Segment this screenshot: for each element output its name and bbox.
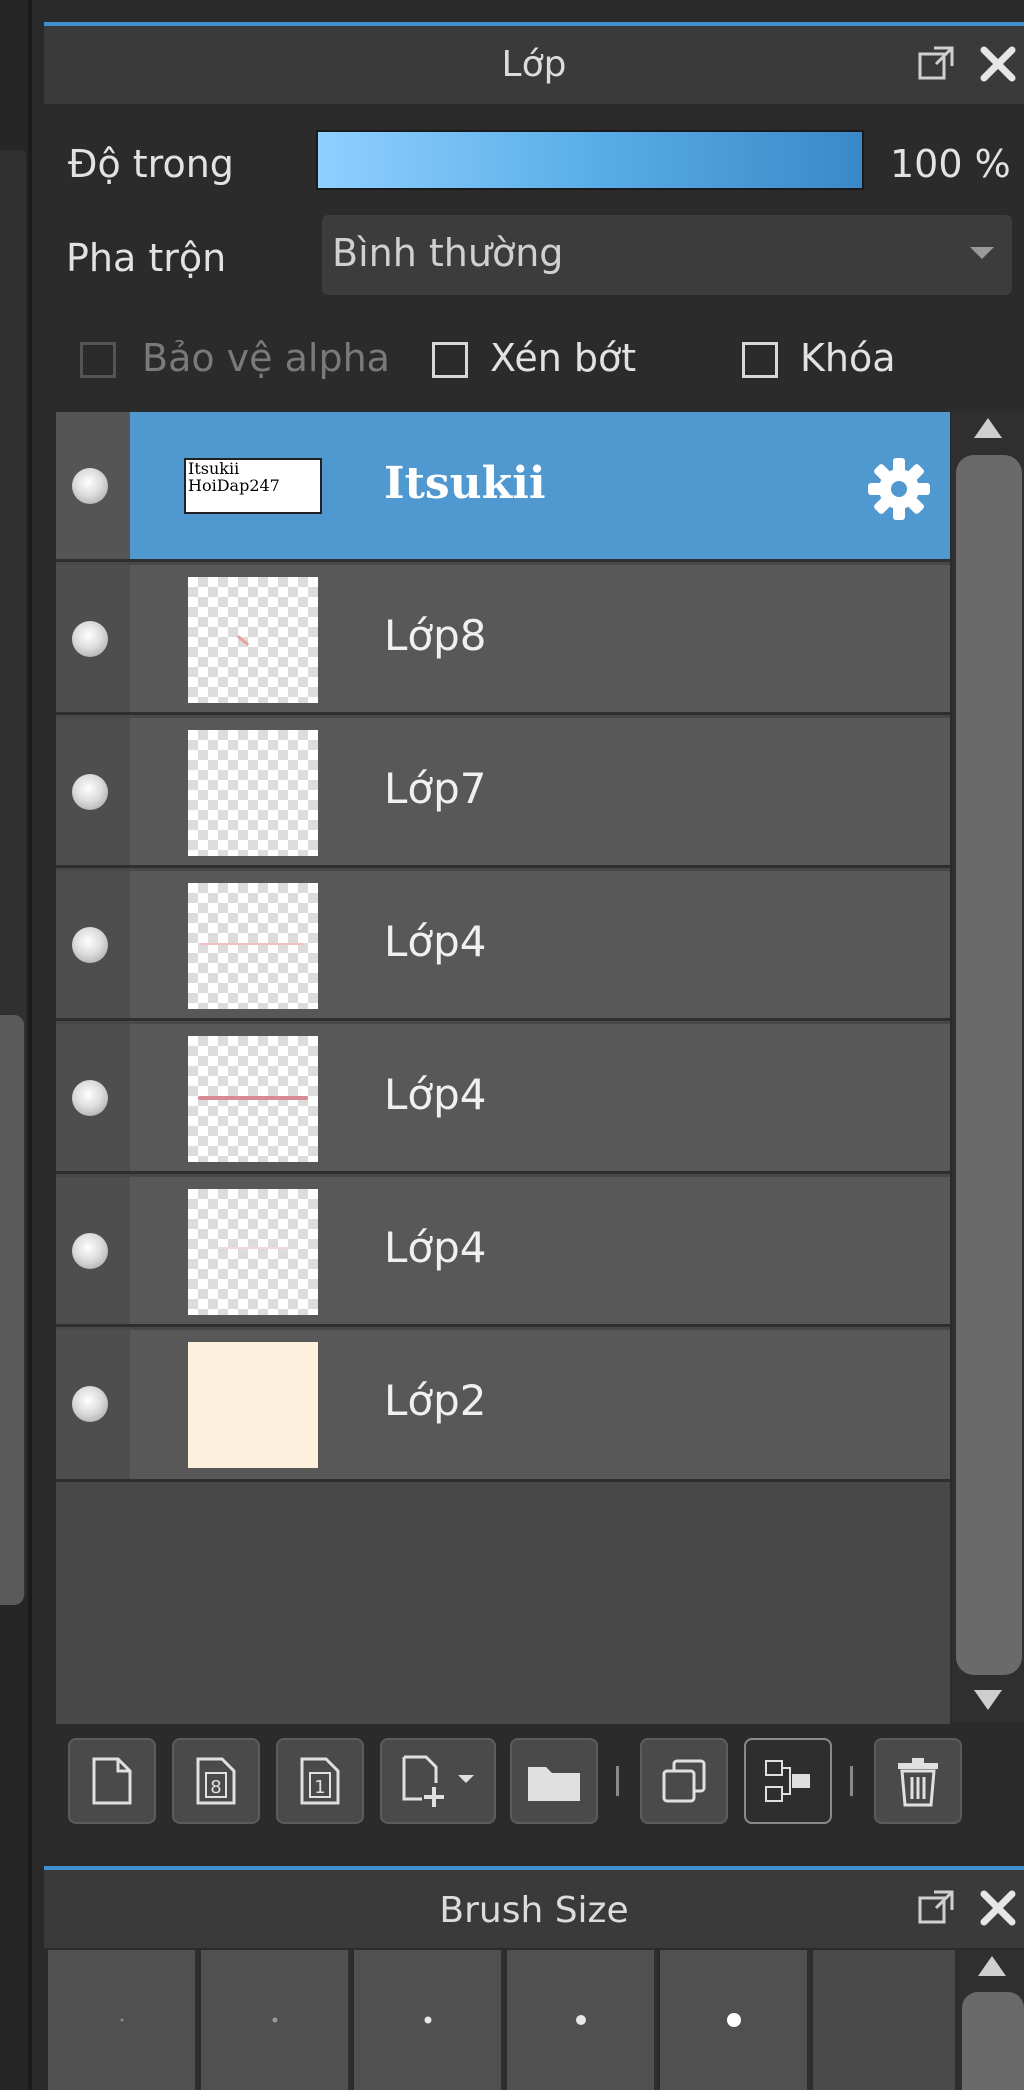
panel-divider	[28, 0, 32, 2090]
lock-label: Khóa	[800, 336, 896, 380]
thumb-stroke	[236, 634, 250, 647]
visibility-eye-icon[interactable]	[72, 468, 108, 504]
blend-mode-value: Bình thường	[332, 231, 564, 275]
layer-thumbnail	[188, 1189, 318, 1315]
layers-panel-header[interactable]: Lớp	[44, 26, 1024, 104]
brush-dot-icon	[424, 2016, 431, 2024]
new-folder-button[interactable]	[510, 1738, 598, 1824]
brush-dot-icon	[272, 2017, 277, 2023]
chevron-down-icon	[970, 247, 994, 259]
protect-alpha-checkbox[interactable]	[80, 342, 116, 378]
blend-mode-label: Pha trộn	[66, 236, 227, 280]
protect-alpha-label: Bảo vệ alpha	[142, 336, 390, 380]
toolbar-separator	[850, 1766, 853, 1796]
thumb-stroke	[218, 1247, 288, 1249]
clipping-label: Xén bớt	[490, 336, 637, 380]
new-8bit-layer-button[interactable]: 8	[172, 1738, 260, 1824]
duplicate-layer-button[interactable]	[640, 1738, 728, 1824]
close-icon[interactable]	[978, 44, 1018, 84]
layer-list-scrollbar-thumb[interactable]	[956, 455, 1022, 1675]
gear-icon[interactable]	[864, 454, 934, 528]
layer-thumbnail	[188, 577, 318, 703]
new-1bit-layer-button[interactable]: 1	[276, 1738, 364, 1824]
layer-thumbnail	[188, 730, 318, 856]
folder-icon	[528, 1767, 580, 1801]
layer-row-lop4-b[interactable]: Lớp4	[56, 1024, 950, 1174]
thumb-stroke	[198, 1096, 308, 1100]
layer-row-lop8[interactable]: Lớp8	[56, 565, 950, 715]
opacity-slider[interactable]	[316, 130, 864, 190]
brush-size-option[interactable]	[660, 1950, 810, 2090]
lock-checkbox[interactable]	[742, 342, 778, 378]
brush-scrollbar-thumb[interactable]	[962, 1992, 1024, 2090]
popout-icon[interactable]	[916, 44, 956, 84]
layer-name: Lớp8	[384, 611, 487, 660]
layer-row-lop7[interactable]: Lớp7	[56, 718, 950, 868]
visibility-eye-icon[interactable]	[72, 621, 108, 657]
left-scrollbar-thumb[interactable]	[0, 1015, 24, 1605]
brush-panel-header[interactable]: Brush Size	[44, 1870, 1024, 1948]
brush-dot-icon	[575, 2015, 586, 2025]
layer-row-lop4-c[interactable]: Lớp4	[56, 1177, 950, 1327]
new-layer-button[interactable]	[68, 1738, 156, 1824]
brush-size-option[interactable]	[201, 1950, 351, 2090]
close-icon[interactable]	[978, 1888, 1018, 1928]
opacity-value: 100 %	[890, 142, 1011, 186]
merge-down-button[interactable]	[744, 1738, 832, 1824]
visibility-eye-icon[interactable]	[72, 1386, 108, 1422]
delete-layer-button[interactable]	[874, 1738, 962, 1824]
layer-name: Itsukii	[384, 458, 546, 509]
layer-name: Lớp4	[384, 917, 487, 966]
opacity-label: Độ trong	[68, 142, 234, 186]
layer-row-itsukii[interactable]: Itsukii HoiDap247 Itsukii	[56, 412, 950, 562]
new-layer-icon	[92, 1757, 132, 1805]
add-layer-dropdown-icon	[402, 1755, 474, 1807]
popout-icon[interactable]	[916, 1888, 956, 1928]
scroll-down-arrow-icon[interactable]	[974, 1690, 1002, 1710]
duplicate-layer-icon	[662, 1759, 706, 1803]
new-8bit-layer-icon: 8	[196, 1757, 236, 1805]
new-1bit-layer-icon: 1	[300, 1757, 340, 1805]
blend-mode-select[interactable]: Bình thường	[322, 215, 1012, 295]
svg-text:1: 1	[314, 1777, 325, 1798]
toolbar-separator	[616, 1766, 619, 1796]
visibility-eye-icon[interactable]	[72, 927, 108, 963]
brush-dot-icon	[726, 2013, 741, 2027]
scroll-up-arrow-icon[interactable]	[978, 1956, 1006, 1976]
brush-panel-title: Brush Size	[439, 1890, 629, 1931]
layer-name: Lớp7	[384, 764, 487, 813]
layer-name: Lớp4	[384, 1223, 487, 1272]
brush-size-option[interactable]	[507, 1950, 657, 2090]
brush-size-option[interactable]	[48, 1950, 198, 2090]
layer-name: Lớp2	[384, 1376, 487, 1425]
visibility-eye-icon[interactable]	[72, 1080, 108, 1116]
trash-icon	[898, 1758, 938, 1807]
layer-thumbnail: Itsukii HoiDap247	[184, 458, 322, 514]
layer-row-lop2[interactable]: Lớp2	[56, 1330, 950, 1482]
layer-row-lop4-a[interactable]: Lớp4	[56, 871, 950, 1021]
thumb-stroke	[200, 943, 304, 945]
layer-name: Lớp4	[384, 1070, 487, 1119]
brush-dot-icon	[120, 2018, 123, 2022]
brush-size-option[interactable]	[813, 1950, 958, 2090]
svg-text:8: 8	[210, 1777, 221, 1798]
thumb-text-1: Itsukii	[188, 459, 240, 478]
add-layer-dropdown-button[interactable]	[380, 1738, 496, 1824]
merge-down-icon	[765, 1760, 810, 1802]
layers-panel-title: Lớp	[501, 44, 567, 85]
clipping-checkbox[interactable]	[432, 342, 468, 378]
layer-thumbnail	[188, 883, 318, 1009]
layer-thumbnail	[188, 1342, 318, 1468]
thumb-text-2: HoiDap247	[188, 476, 280, 495]
layer-thumbnail	[188, 1036, 318, 1162]
visibility-eye-icon[interactable]	[72, 774, 108, 810]
brush-size-option[interactable]	[354, 1950, 504, 2090]
scroll-up-arrow-icon[interactable]	[974, 418, 1002, 438]
visibility-eye-icon[interactable]	[72, 1233, 108, 1269]
